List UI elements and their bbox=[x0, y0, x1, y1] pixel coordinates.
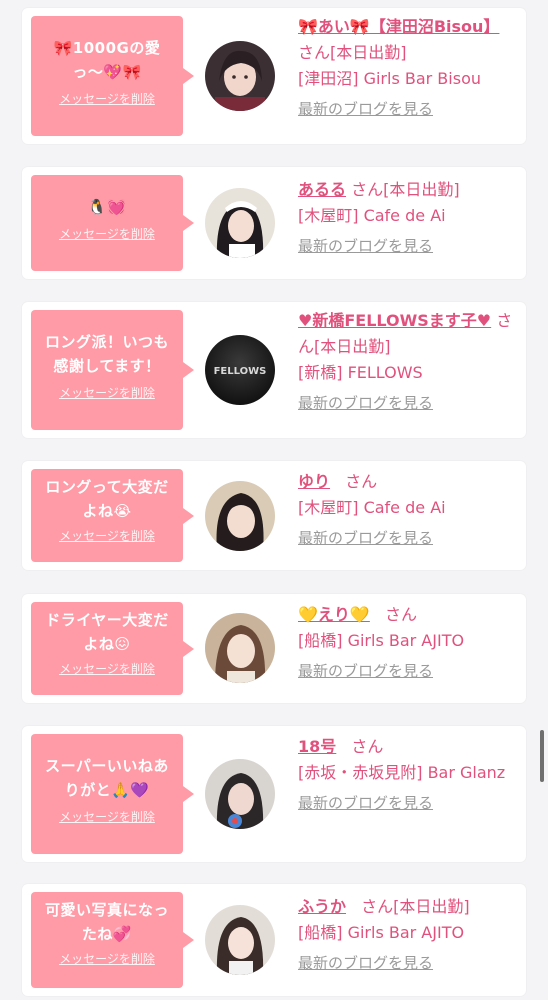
message-text: ドライヤー大変だよね😖 bbox=[45, 611, 169, 653]
cast-info: 🎀あい🎀【津田沼Bisou】 さん[本日出勤] [津田沼] Girls Bar … bbox=[298, 14, 513, 122]
shop-label: [船橋] Girls Bar AJITO bbox=[298, 923, 465, 942]
delete-message-link[interactable]: メッセージを削除 bbox=[59, 950, 155, 967]
message-bubble: ロング派！いつも感謝してます！ メッセージを削除 bbox=[31, 310, 194, 430]
delete-message-link[interactable]: メッセージを削除 bbox=[59, 384, 155, 401]
message-bubble: ロングって大変だよね😭 メッセージを削除 bbox=[31, 469, 194, 562]
fellows-logo-text: FELLOWS bbox=[214, 366, 267, 377]
cast-name-link[interactable]: あるる bbox=[298, 180, 346, 199]
girl-photo-avatar-icon[interactable] bbox=[205, 759, 275, 829]
message-card: ロング派！いつも感謝してます！ メッセージを削除 FELLOWS ♥新橋FELL… bbox=[22, 302, 526, 438]
girl-photo-avatar-icon[interactable] bbox=[205, 613, 275, 683]
honorific: さん bbox=[361, 897, 394, 916]
delete-message-link[interactable]: メッセージを削除 bbox=[59, 225, 155, 242]
message-bubble: スーパーいいねありがと🙏💜 メッセージを削除 bbox=[31, 734, 194, 854]
message-card: 可愛い写真になったね💞 メッセージを削除 ふうか さん[本日出勤] [船橋] G… bbox=[22, 884, 526, 996]
message-card: ロングって大変だよね😭 メッセージを削除 ゆり さん [木屋町] Cafe de… bbox=[22, 461, 526, 570]
status-badge: [本日出勤] bbox=[330, 43, 407, 62]
honorific: さん bbox=[384, 605, 417, 624]
shop-label: [新橋] FELLOWS bbox=[298, 363, 423, 382]
latest-blog-link[interactable]: 最新のブログを見る bbox=[298, 390, 513, 416]
cast-info: ゆり さん [木屋町] Cafe de Ai 最新のブログを見る bbox=[298, 469, 513, 551]
fellows-logo-avatar-icon[interactable]: FELLOWS bbox=[205, 335, 275, 405]
status-badge: [本日出勤] bbox=[393, 897, 470, 916]
message-text: 🎀1000Gの愛っ〜💖🎀 bbox=[53, 39, 161, 81]
latest-blog-link[interactable]: 最新のブログを見る bbox=[298, 96, 513, 122]
shop-label: [赤坂・赤坂見附] Bar Glanz bbox=[298, 763, 506, 782]
girl-photo-avatar-icon[interactable] bbox=[205, 481, 275, 551]
message-list: 🎀1000Gの愛っ〜💖🎀 メッセージを削除 🎀あい🎀【津田沼Bisou】 さん[… bbox=[0, 0, 548, 1000]
scrollbar-thumb[interactable] bbox=[540, 730, 544, 782]
cast-info: 💛えり💛 さん [船橋] Girls Bar AJITO 最新のブログを見る bbox=[298, 602, 513, 684]
latest-blog-link[interactable]: 最新のブログを見る bbox=[298, 525, 513, 551]
cast-info: ふうか さん[本日出勤] [船橋] Girls Bar AJITO 最新のブログ… bbox=[298, 894, 513, 976]
message-card: 🎀1000Gの愛っ〜💖🎀 メッセージを削除 🎀あい🎀【津田沼Bisou】 さん[… bbox=[22, 8, 526, 144]
shop-label: [木屋町] Cafe de Ai bbox=[298, 206, 446, 225]
cast-info: あるる さん[本日出勤] [木屋町] Cafe de Ai 最新のブログを見る bbox=[298, 177, 513, 259]
cast-name-link[interactable]: ふうか bbox=[298, 897, 346, 916]
delete-message-link[interactable]: メッセージを削除 bbox=[59, 90, 155, 107]
message-bubble: 可愛い写真になったね💞 メッセージを削除 bbox=[31, 892, 194, 988]
cast-info: ♥新橋FELLOWSます子♥ さん[本日出勤] [新橋] FELLOWS 最新の… bbox=[298, 308, 513, 416]
shop-label: [木屋町] Cafe de Ai bbox=[298, 498, 446, 517]
latest-blog-link[interactable]: 最新のブログを見る bbox=[298, 658, 513, 684]
honorific: さん bbox=[298, 43, 331, 62]
delete-message-link[interactable]: メッセージを削除 bbox=[59, 527, 155, 544]
message-bubble: ドライヤー大変だよね😖 メッセージを削除 bbox=[31, 602, 194, 695]
message-text: 可愛い写真になったね💞 bbox=[44, 901, 169, 943]
honorific: さん bbox=[351, 180, 384, 199]
message-text: スーパーいいねありがと🙏💜 bbox=[45, 757, 169, 799]
status-badge: [本日出勤] bbox=[383, 180, 460, 199]
delete-message-link[interactable]: メッセージを削除 bbox=[59, 808, 155, 825]
message-text: ロングって大変だよね😭 bbox=[45, 478, 169, 520]
cast-name-link[interactable]: 18号 bbox=[298, 737, 336, 756]
message-bubble: 🐧💓 メッセージを削除 bbox=[31, 175, 194, 271]
honorific: さん bbox=[345, 472, 378, 491]
cast-name-link[interactable]: ♥新橋FELLOWSます子♥ bbox=[298, 311, 491, 330]
girl-photo-avatar-icon[interactable] bbox=[205, 41, 275, 111]
girl-photo-avatar-icon[interactable] bbox=[205, 905, 275, 975]
cast-name-link[interactable]: ゆり bbox=[298, 472, 330, 491]
cast-name-link[interactable]: 🎀あい🎀【津田沼Bisou】 bbox=[298, 17, 499, 36]
shop-label: [船橋] Girls Bar AJITO bbox=[298, 631, 465, 650]
delete-message-link[interactable]: メッセージを削除 bbox=[59, 660, 155, 677]
shop-label: [津田沼] Girls Bar Bisou bbox=[298, 69, 481, 88]
latest-blog-link[interactable]: 最新のブログを見る bbox=[298, 790, 513, 816]
honorific: さん bbox=[351, 737, 384, 756]
message-text: 🐧💓 bbox=[87, 198, 127, 216]
message-card: 🐧💓 メッセージを削除 あるる さん[本日出勤] [木屋町] Cafe de A… bbox=[22, 167, 526, 279]
cast-info: 18号 さん [赤坂・赤坂見附] Bar Glanz 最新のブログを見る bbox=[298, 734, 513, 816]
message-text: ロング派！いつも感謝してます！ bbox=[44, 333, 169, 375]
cast-name-link[interactable]: 💛えり💛 bbox=[298, 605, 370, 624]
latest-blog-link[interactable]: 最新のブログを見る bbox=[298, 233, 513, 259]
message-bubble: 🎀1000Gの愛っ〜💖🎀 メッセージを削除 bbox=[31, 16, 194, 136]
latest-blog-link[interactable]: 最新のブログを見る bbox=[298, 950, 513, 976]
message-card: スーパーいいねありがと🙏💜 メッセージを削除 18号 さん [赤坂・赤坂見附] … bbox=[22, 726, 526, 862]
status-badge: [本日出勤] bbox=[314, 337, 391, 356]
maid-photo-avatar-icon[interactable] bbox=[205, 188, 275, 258]
message-card: ドライヤー大変だよね😖 メッセージを削除 💛えり💛 さん [船橋] Girls … bbox=[22, 594, 526, 703]
